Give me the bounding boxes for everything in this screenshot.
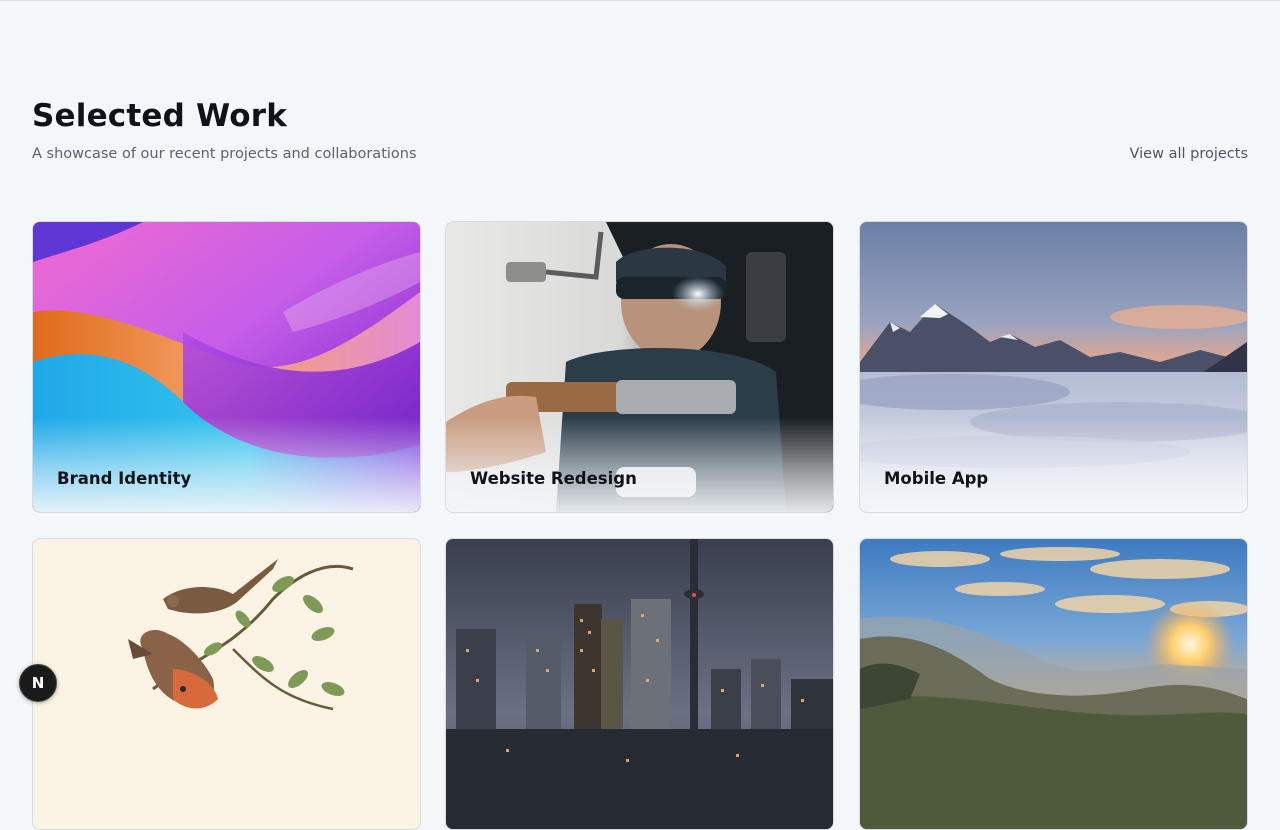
bird-illustration-image [33,539,420,829]
project-title: Website Redesign [470,469,637,488]
section-title: Selected Work [32,98,288,134]
view-all-projects-link[interactable]: View all projects [1130,146,1248,162]
card-fade-overlay [446,417,833,512]
project-card-6[interactable] [859,538,1248,830]
project-title: Brand Identity [57,469,192,488]
project-card-website-redesign[interactable]: Website Redesign [445,221,834,513]
sunset-landscape-image [860,539,1247,829]
card-fade-overlay [33,417,420,512]
next-logo-icon[interactable]: N [19,664,57,702]
card-fade-overlay [860,417,1247,512]
project-title: Mobile App [884,469,989,488]
section-subtitle: A showcase of our recent projects and co… [32,146,417,162]
section-header: Selected Work A showcase of our recent p… [32,96,1248,162]
project-card-mobile-app[interactable]: Mobile App [859,221,1248,513]
city-skyline-image [446,539,833,829]
top-divider [0,0,1280,1]
project-card-4[interactable] [32,538,421,830]
project-card-5[interactable] [445,538,834,830]
project-card-brand-identity[interactable]: Brand Identity [32,221,421,513]
